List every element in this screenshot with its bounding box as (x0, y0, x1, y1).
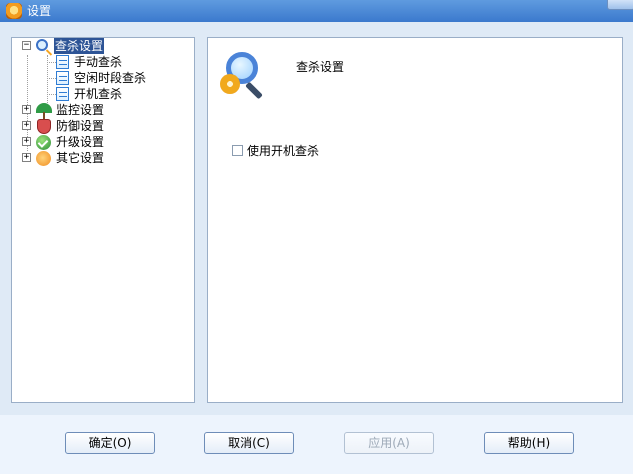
tree-line (47, 94, 56, 95)
tree-item-label: 升级设置 (56, 135, 105, 149)
startup-scan-checkbox[interactable] (232, 145, 243, 156)
expand-icon[interactable]: + (22, 137, 31, 146)
expand-icon[interactable]: + (22, 105, 31, 114)
tree-item-label: 其它设置 (56, 151, 105, 165)
tree-item-monitor-settings[interactable]: + 监控设置 (22, 102, 122, 119)
title-bar: 设置 (0, 0, 633, 22)
settings-content-panel: 查杀设置 使用开机查杀 (207, 37, 623, 403)
tree-item-upgrade-settings[interactable]: + 升级设置 (22, 134, 122, 150)
document-icon (56, 55, 69, 69)
settings-window: 设置 − 查杀设置 手动查杀 空闲时段查杀 开机查杀 + 监控设置 + 防御设置… (0, 0, 633, 474)
expand-icon[interactable]: + (22, 121, 31, 130)
tree-item-defense-settings[interactable]: + 防御设置 (22, 118, 122, 134)
tree-item-startup-scan[interactable]: 开机查杀 (56, 86, 156, 102)
upgrade-icon (36, 135, 51, 150)
panel-title: 查杀设置 (296, 60, 345, 74)
tree-item-label: 手动查杀 (74, 55, 123, 69)
shield-icon (37, 119, 51, 134)
help-button[interactable]: 帮助(H) (484, 432, 574, 454)
gear-icon (220, 74, 240, 94)
search-settings-icon (36, 39, 48, 51)
document-icon (56, 71, 69, 85)
settings-tree: − 查杀设置 手动查杀 空闲时段查杀 开机查杀 + 监控设置 + 防御设置 + … (11, 37, 195, 403)
apply-button: 应用(A) (344, 432, 434, 454)
document-icon (56, 87, 69, 101)
tree-item-scan-settings[interactable]: − 查杀设置 (22, 38, 122, 54)
tree-line (47, 62, 56, 63)
tree-item-label: 防御设置 (56, 119, 105, 133)
magnifier-handle-icon (245, 81, 263, 100)
startup-scan-label: 使用开机查杀 (247, 144, 320, 158)
other-settings-icon (36, 151, 51, 166)
umbrella-icon (36, 103, 52, 119)
ok-button[interactable]: 确定(O) (65, 432, 155, 454)
tree-item-label: 监控设置 (56, 103, 105, 117)
tree-item-other-settings[interactable]: + 其它设置 (22, 150, 122, 166)
tree-item-idle-scan[interactable]: 空闲时段查杀 (56, 70, 166, 86)
tree-line (47, 78, 56, 79)
window-title: 设置 (27, 4, 52, 18)
expand-icon[interactable]: + (22, 153, 31, 162)
tree-item-manual-scan[interactable]: 手动查杀 (56, 54, 156, 70)
app-logo-icon (6, 3, 22, 19)
collapse-icon[interactable]: − (22, 41, 31, 50)
scan-settings-icon (220, 50, 268, 100)
tree-item-label: 开机查杀 (74, 87, 123, 101)
dialog-footer: 确定(O) 取消(C) 应用(A) 帮助(H) (0, 415, 633, 474)
tree-item-label: 空闲时段查杀 (74, 71, 147, 85)
close-icon[interactable] (607, 0, 633, 10)
tree-item-label: 查杀设置 (54, 38, 105, 54)
cancel-button[interactable]: 取消(C) (204, 432, 294, 454)
